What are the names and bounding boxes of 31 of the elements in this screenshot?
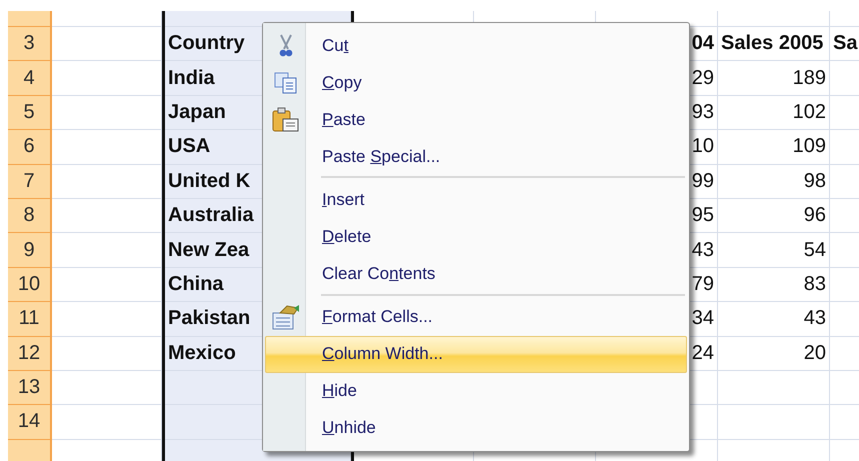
scissors-icon	[278, 34, 294, 58]
format-cells-icon	[272, 304, 300, 330]
table-cell: Sales 2005	[718, 27, 830, 62]
row-header[interactable]: 7	[8, 164, 52, 199]
table-cell: 189	[718, 61, 830, 96]
menu-item[interactable]: Column Width...	[265, 336, 687, 373]
clipboard-icon	[272, 106, 300, 133]
menu-item[interactable]: Hide	[265, 372, 687, 410]
row-header[interactable]: 13	[8, 370, 52, 406]
row-header[interactable]: 14	[8, 405, 52, 440]
table-cell: 43	[718, 302, 830, 337]
row-header[interactable]: 11	[8, 302, 52, 337]
table-cell: 54	[718, 233, 830, 268]
table-cell: 109	[718, 130, 830, 165]
row-header[interactable]: 9	[8, 233, 52, 268]
row-header[interactable]: 4	[8, 61, 52, 96]
table-cell: 20	[718, 336, 830, 371]
table-cell: 96	[718, 198, 830, 234]
row-header[interactable]	[8, 11, 52, 27]
copy-icon	[274, 72, 298, 94]
row-header[interactable]: 3	[8, 27, 52, 62]
row-header[interactable]: 5	[8, 96, 52, 130]
row-header[interactable]: 8	[8, 198, 52, 234]
table-cell: 98	[718, 164, 830, 199]
row-header[interactable]	[8, 440, 52, 461]
table-cell: 83	[718, 268, 830, 302]
row-header[interactable]: 10	[8, 268, 52, 302]
table-cell: 102	[718, 96, 830, 130]
row-header[interactable]: 12	[8, 336, 52, 371]
row-header[interactable]: 6	[8, 130, 52, 165]
menu-item[interactable]: Unhide	[265, 410, 687, 447]
